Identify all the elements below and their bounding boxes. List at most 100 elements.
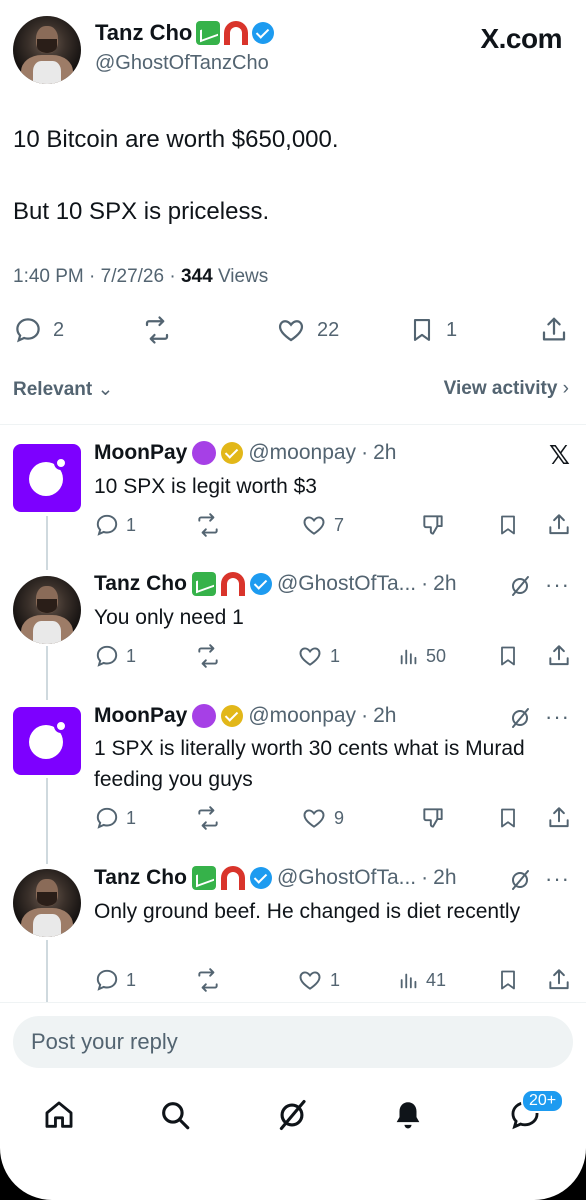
share-icon xyxy=(549,645,569,666)
purple-circle-emoji-icon xyxy=(192,441,217,465)
view-count: 41 xyxy=(426,969,447,990)
avatar[interactable] xyxy=(13,576,81,644)
reply-author-handle[interactable]: @GhostOfTa... xyxy=(277,866,416,890)
bookmark-button[interactable] xyxy=(496,967,520,993)
bookmark-button[interactable] xyxy=(496,643,520,669)
reply-actions: 1 1 41 xyxy=(94,967,574,993)
heart-icon xyxy=(303,809,325,828)
share-button[interactable] xyxy=(546,643,572,669)
author-name-row[interactable]: Tanz Cho xyxy=(95,20,275,46)
avatar[interactable] xyxy=(13,869,81,937)
chevron-right-icon: › xyxy=(562,378,569,399)
thread-line xyxy=(46,646,48,700)
reply-author-handle[interactable]: @moonpay xyxy=(248,704,356,728)
avatar[interactable] xyxy=(13,16,81,84)
more-options-icon[interactable]: ··· xyxy=(545,866,570,892)
search-icon xyxy=(162,1102,190,1130)
like-button[interactable]: 1 xyxy=(296,643,340,669)
reply-text: You only need 1 xyxy=(94,606,244,629)
reply-text: Only ground beef. He changed is diet rec… xyxy=(94,900,521,923)
reply-button[interactable]: 1 xyxy=(94,512,136,538)
reply-button[interactable]: 1 xyxy=(94,805,136,831)
tweet-meta: 1:40 PM · 7/27/26 · 344 Views xyxy=(13,266,269,287)
reply-count: 1 xyxy=(126,514,137,535)
bookmark-icon xyxy=(413,319,431,341)
nav-home[interactable] xyxy=(42,1098,76,1132)
chevron-down-icon: ⌄ xyxy=(97,379,114,400)
more-options-icon[interactable]: ··· xyxy=(545,572,570,598)
bookmark-icon xyxy=(501,515,515,535)
sort-dropdown[interactable]: Relevant ⌄ xyxy=(13,378,113,401)
reply-author-name[interactable]: MoonPay xyxy=(94,441,187,465)
view-count: 50 xyxy=(426,645,447,666)
views-button[interactable]: 41 xyxy=(398,967,446,993)
repost-button[interactable] xyxy=(194,805,222,831)
x-logo-icon: 𝕏 xyxy=(549,440,570,470)
avatar[interactable] xyxy=(13,444,81,512)
bookmark-button[interactable]: 1 xyxy=(408,315,457,345)
thread-line xyxy=(46,516,48,570)
reply-composer-input[interactable]: Post your reply xyxy=(13,1016,573,1068)
tweet-text: 10 Bitcoin are worth $650,000. But 10 SP… xyxy=(13,126,339,225)
reply-header: Tanz Cho @GhostOfTa... · 2h xyxy=(94,572,457,596)
tweet-date[interactable]: 7/27/26 xyxy=(101,266,164,287)
reply-age: 2h xyxy=(433,572,457,595)
repost-button[interactable] xyxy=(141,315,173,345)
grok-icon[interactable] xyxy=(508,868,532,892)
reply-count: 1 xyxy=(126,645,137,666)
share-button[interactable] xyxy=(539,315,569,345)
share-button[interactable] xyxy=(546,967,572,993)
like-button[interactable]: 7 xyxy=(300,512,344,538)
bookmark-icon xyxy=(501,808,515,828)
view-activity-link[interactable]: View activity › xyxy=(444,378,569,400)
reply-icon xyxy=(96,969,118,991)
dislike-button[interactable] xyxy=(420,805,446,831)
reply-count: 2 xyxy=(53,318,65,341)
reply-button[interactable]: 1 xyxy=(94,643,136,669)
nav-notifications[interactable] xyxy=(391,1098,425,1132)
like-button[interactable]: 1 xyxy=(296,967,340,993)
verified-badge-icon xyxy=(252,22,275,44)
reply-button[interactable]: 2 xyxy=(13,315,64,345)
reply-author-name[interactable]: MoonPay xyxy=(94,704,187,728)
repost-button[interactable] xyxy=(194,643,222,669)
repost-icon xyxy=(198,968,218,992)
repost-button[interactable] xyxy=(194,512,222,538)
repost-button[interactable] xyxy=(194,967,222,993)
repost-icon xyxy=(145,316,169,344)
avatar[interactable] xyxy=(13,707,81,775)
grok-icon[interactable] xyxy=(508,574,532,598)
share-button[interactable] xyxy=(546,805,572,831)
like-button[interactable]: 22 xyxy=(275,315,339,345)
reply-author-handle[interactable]: @GhostOfTa... xyxy=(277,572,416,596)
reply-author-name[interactable]: Tanz Cho xyxy=(94,866,187,890)
tweet-time[interactable]: 1:40 PM xyxy=(13,266,84,287)
heart-icon xyxy=(299,647,321,666)
dislike-button[interactable] xyxy=(420,512,446,538)
share-button[interactable] xyxy=(546,512,572,538)
like-button[interactable]: 9 xyxy=(300,805,344,831)
thumbs-down-icon xyxy=(423,515,443,535)
analytics-icon xyxy=(400,973,417,989)
bookmark-button[interactable] xyxy=(496,512,520,538)
nav-grok[interactable] xyxy=(275,1098,309,1132)
reply-author-handle[interactable]: @moonpay xyxy=(248,441,356,465)
bookmark-icon xyxy=(501,970,515,990)
grok-icon[interactable] xyxy=(508,706,532,730)
author-handle[interactable]: @GhostOfTanzCho xyxy=(95,52,269,75)
reply-button[interactable]: 1 xyxy=(94,967,136,993)
views-button[interactable]: 50 xyxy=(398,643,446,669)
analytics-icon xyxy=(400,649,417,665)
thread-line xyxy=(46,778,48,864)
reply-author-name[interactable]: Tanz Cho xyxy=(94,572,187,596)
magnet-emoji-icon xyxy=(220,866,245,890)
view-activity-label: View activity xyxy=(443,378,558,399)
thumbs-down-icon xyxy=(423,808,443,828)
divider xyxy=(0,424,586,425)
verified-badge-icon xyxy=(249,867,272,889)
nav-search[interactable] xyxy=(158,1098,192,1132)
tweet-actions: 2 22 1 xyxy=(13,315,573,345)
more-options-icon[interactable]: ··· xyxy=(545,704,570,730)
bookmark-button[interactable] xyxy=(496,805,520,831)
reply-actions: 1 9 xyxy=(94,805,574,831)
